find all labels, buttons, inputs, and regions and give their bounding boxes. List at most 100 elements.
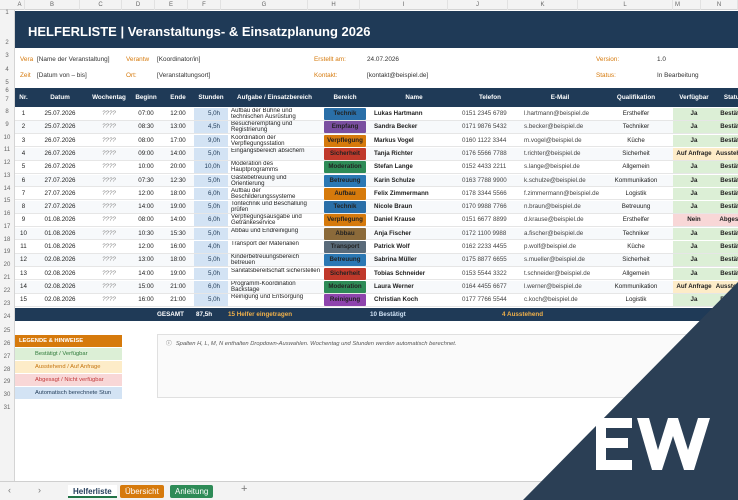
cell-nr[interactable]: 9 (15, 214, 32, 226)
table-row[interactable]: 9 01.08.2026???? 08:00 14:00 6,0h Verpflegung… (15, 214, 738, 228)
cell-email[interactable]: s.becker@beispiel.de (521, 121, 599, 133)
cell-email[interactable]: s.lange@beispiel.de (521, 161, 599, 173)
row-number-20[interactable]: 20 (0, 262, 14, 268)
cell-ende[interactable]: 12:00 (162, 108, 194, 120)
cell-ende[interactable]: 19:00 (162, 201, 194, 213)
cell-telefon[interactable]: 0175 8877 6655 (459, 254, 521, 266)
sheet-tab-2[interactable]: Anleitung (170, 485, 214, 498)
row-number-27[interactable]: 27 (0, 354, 14, 360)
cell-stunden[interactable]: 5,0h (194, 254, 228, 267)
sheet-tab-1[interactable]: Übersicht (120, 485, 164, 498)
cell-name[interactable]: Christian Koch (369, 294, 459, 306)
cell-stunden[interactable]: 6,0h (194, 214, 228, 227)
cell-wochentag[interactable]: ???? (88, 281, 130, 293)
cell-ende[interactable]: 19:00 (162, 268, 194, 280)
cell-datum[interactable]: 27.07.2026 (32, 175, 88, 187)
table-row[interactable]: 10 01.08.2026???? 10:30 15:30 5,0h Abbau und … (15, 227, 738, 241)
cell-datum[interactable]: 27.07.2026 (32, 188, 88, 200)
column-header-i[interactable]: I (360, 0, 448, 10)
cell-beginn[interactable]: 09:00 (130, 148, 162, 160)
cell-beginn[interactable]: 16:00 (130, 294, 162, 306)
bereich-badge[interactable]: Verpflegung (324, 134, 366, 147)
cell-aufgabe[interactable]: Tontechnik und Beschallung prüfen (228, 201, 321, 213)
cell-nr[interactable]: 3 (15, 135, 32, 147)
cell-wochentag[interactable]: ???? (88, 121, 130, 133)
cell-telefon[interactable]: 0178 3344 5566 (459, 188, 521, 200)
cell-qualifikation[interactable]: Ersthelfer (599, 214, 673, 226)
column-header-c[interactable]: C (80, 0, 122, 10)
row-number-6[interactable]: 6 (0, 88, 14, 94)
cell-stunden[interactable]: 10,0h (194, 161, 228, 174)
row-number-11[interactable]: 11 (0, 147, 14, 153)
row-number-10[interactable]: 10 (0, 135, 14, 141)
cell-verfuegbar[interactable]: Auf Anfrage (673, 147, 715, 160)
row-number-2[interactable]: 2 (0, 40, 14, 46)
cell-status[interactable]: Abgesagt (715, 214, 738, 227)
cell-telefon[interactable]: 0162 2233 4455 (459, 241, 521, 253)
row-number-5[interactable]: 5 (0, 80, 14, 86)
row-number-12[interactable]: 12 (0, 160, 14, 166)
bereich-badge[interactable]: Sicherheit (324, 267, 366, 280)
cell-status[interactable]: Bestätigt (715, 134, 738, 147)
cell-stunden[interactable]: 5,0h (194, 147, 228, 160)
cell-telefon[interactable]: 0176 5566 7788 (459, 148, 521, 160)
column-header-n[interactable]: N (701, 0, 738, 10)
cell-ende[interactable]: 15:30 (162, 228, 194, 240)
row-number-13[interactable]: 13 (0, 173, 14, 179)
bereich-badge[interactable]: Sicherheit (324, 147, 366, 160)
cell-datum[interactable]: 02.08.2026 (32, 254, 88, 266)
cell-aufgabe[interactable]: Abbau und Endreinigung (228, 228, 321, 240)
cell-telefon[interactable]: 0160 1122 3344 (459, 135, 521, 147)
cell-aufgabe[interactable]: Besucherempfang und Registrierung (228, 121, 321, 133)
cell-aufgabe[interactable]: Aufbau der Bühne und technischen Ausrüst… (228, 108, 321, 120)
column-header-f[interactable]: F (188, 0, 221, 10)
table-row[interactable]: 5 26.07.2026???? 10:00 20:00 10,0h Moderation… (15, 161, 738, 174)
cell-email[interactable]: k.schulze@beispiel.de (521, 175, 599, 187)
row-number-16[interactable]: 16 (0, 211, 14, 217)
cell-datum[interactable]: 25.07.2026 (32, 121, 88, 133)
cell-verfuegbar[interactable]: Ja (673, 241, 715, 253)
cell-aufgabe[interactable]: Verpflegungsausgabe und Getränkeservice (228, 214, 321, 226)
column-header-m[interactable]: M (655, 0, 701, 10)
cell-email[interactable]: l.hartmann@beispiel.de (521, 108, 599, 120)
cell-telefon[interactable]: 0152 4433 2211 (459, 161, 521, 173)
cell-status[interactable]: Bestätigt (715, 267, 738, 280)
cell-name[interactable]: Sandra Becker (369, 121, 459, 133)
cell-qualifikation[interactable]: Techniker (599, 121, 673, 133)
cell-telefon[interactable]: 0164 4455 6677 (459, 281, 521, 293)
row-number-1[interactable]: 1 (0, 10, 14, 16)
cell-wochentag[interactable]: ???? (88, 268, 130, 280)
cell-beginn[interactable]: 07:30 (130, 175, 162, 187)
cell-email[interactable]: c.koch@beispiel.de (521, 294, 599, 306)
cell-verfuegbar[interactable]: Ja (673, 121, 715, 134)
cell-verfuegbar[interactable]: Ja (673, 267, 715, 280)
meta-kontakt-value[interactable]: [kontakt@beispiel.de] (367, 72, 428, 79)
row-number-4[interactable]: 4 (0, 67, 14, 73)
cell-wochentag[interactable]: ???? (88, 254, 130, 266)
table-row[interactable]: 8 27.07.2026???? 14:00 19:00 5,0h Tontechnik … (15, 201, 738, 214)
cell-aufgabe[interactable]: Programm-Koordination Backstage (228, 281, 321, 293)
cell-beginn[interactable]: 10:00 (130, 161, 162, 173)
cell-qualifikation[interactable]: Betreuung (599, 201, 673, 213)
cell-verfuegbar[interactable]: Auf Anfrage (673, 280, 715, 293)
cell-beginn[interactable]: 08:00 (130, 214, 162, 226)
cell-qualifikation[interactable]: Kommunikation (599, 281, 673, 293)
cell-stunden[interactable]: 5,0h (194, 108, 228, 120)
cell-qualifikation[interactable]: Sicherheit (599, 254, 673, 266)
cell-wochentag[interactable]: ???? (88, 214, 130, 226)
cell-email[interactable]: a.fischer@beispiel.de (521, 228, 599, 240)
cell-email[interactable]: n.braun@beispiel.de (521, 201, 599, 213)
table-row[interactable]: 1 25.07.2026???? 07:00 12:00 5,0h Aufbau der … (15, 108, 738, 121)
cell-beginn[interactable]: 07:00 (130, 108, 162, 120)
cell-aufgabe[interactable]: Eingangsbereich absichern (228, 148, 321, 160)
column-header-g[interactable]: G (221, 0, 308, 10)
row-number-18[interactable]: 18 (0, 237, 14, 243)
cell-qualifikation[interactable]: Allgemein (599, 161, 673, 173)
cell-verfuegbar[interactable]: Ja (673, 227, 715, 240)
cell-ende[interactable]: 20:00 (162, 161, 194, 173)
column-header-h[interactable]: H (308, 0, 360, 10)
cell-verfuegbar[interactable]: Ja (673, 174, 715, 187)
cell-beginn[interactable]: 13:00 (130, 254, 162, 266)
cell-name[interactable]: Karin Schulze (369, 175, 459, 187)
cell-beginn[interactable]: 14:00 (130, 268, 162, 280)
